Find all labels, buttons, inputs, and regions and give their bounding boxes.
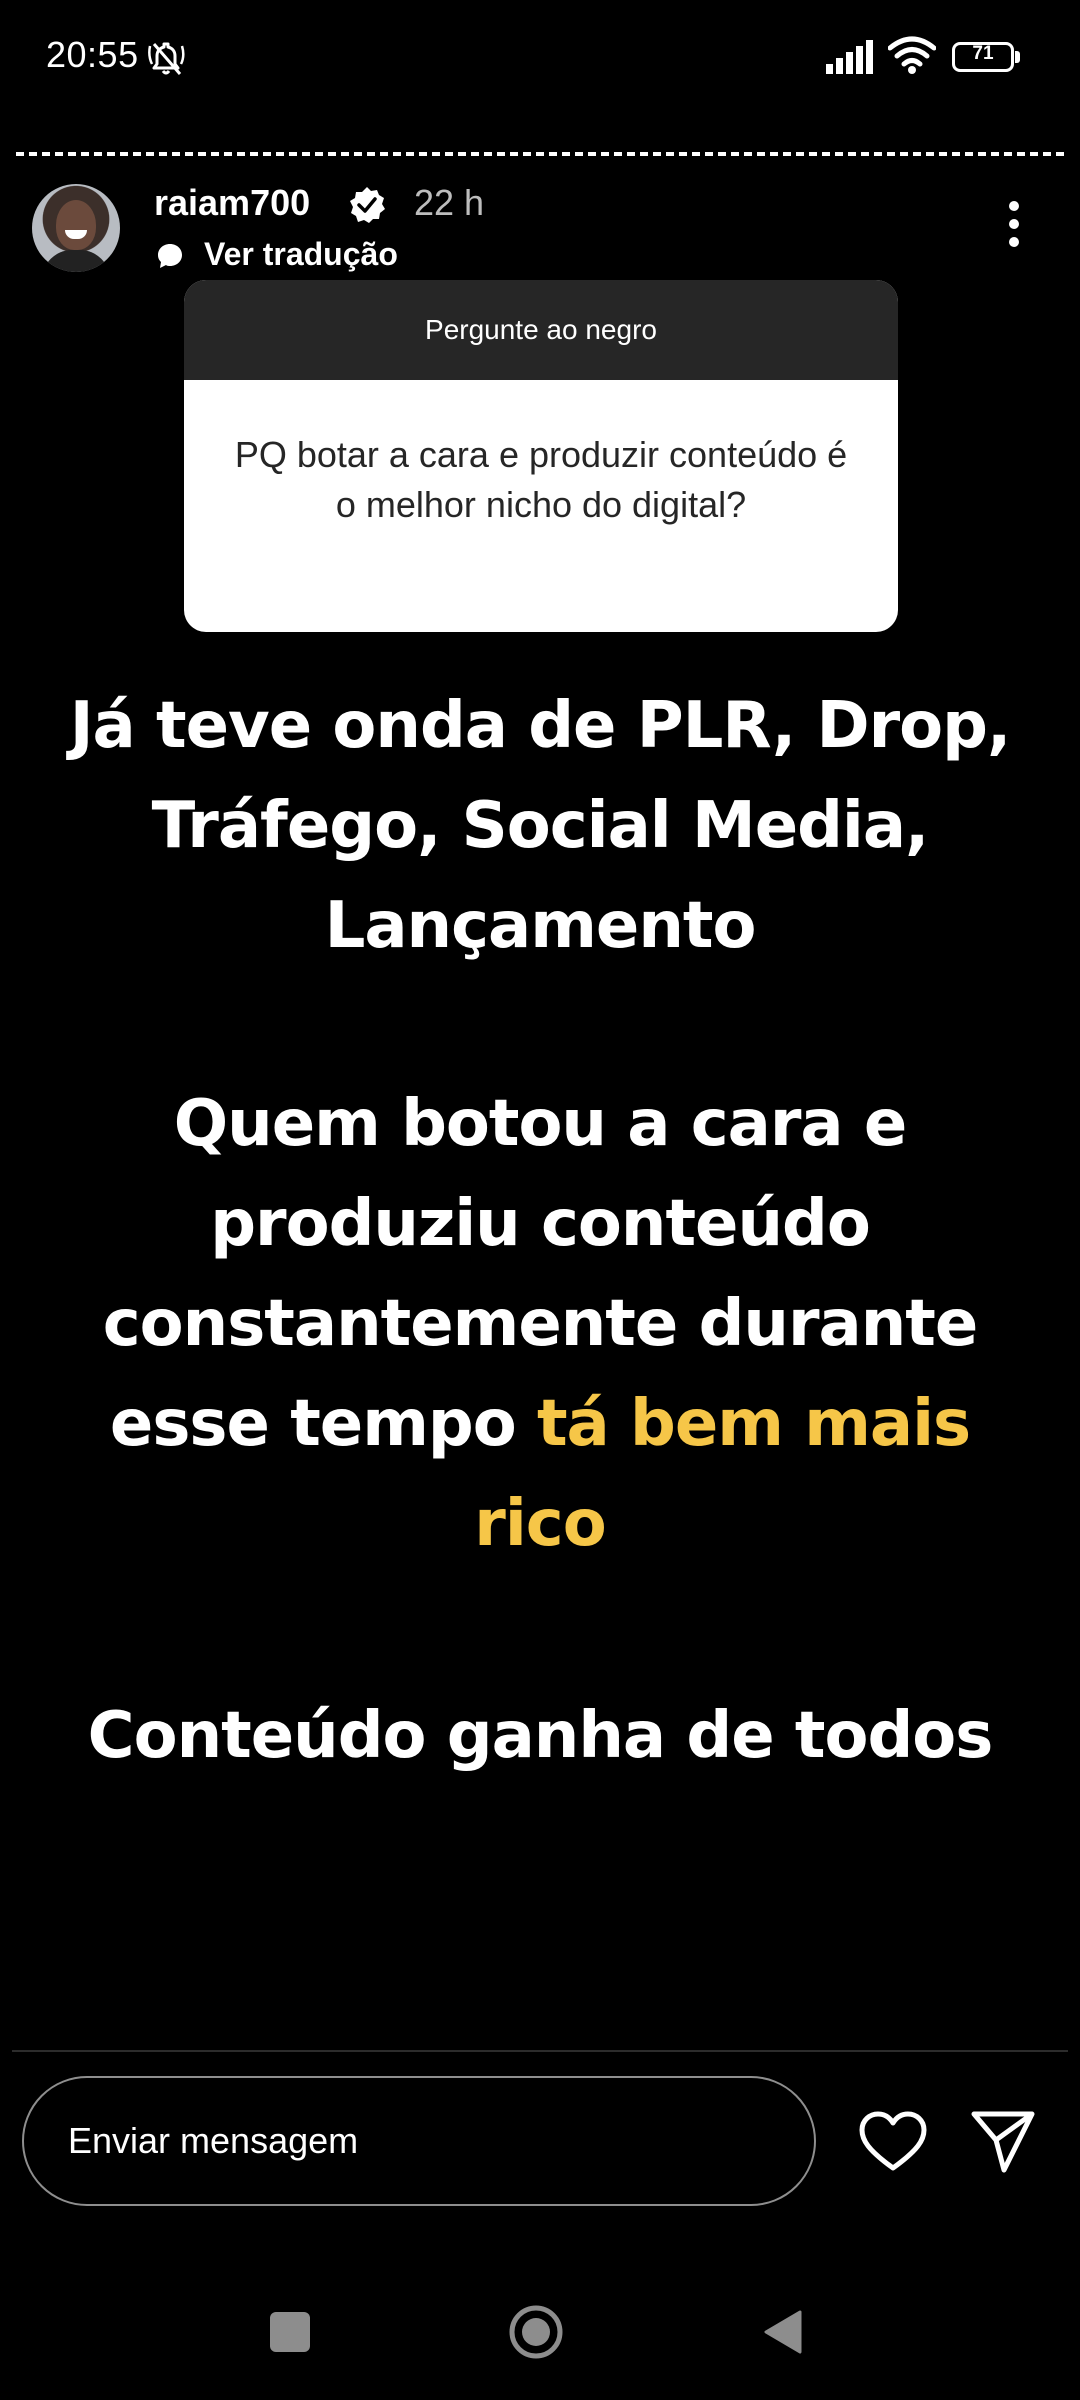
more-options-icon[interactable] xyxy=(1000,198,1028,250)
back-button[interactable] xyxy=(762,2308,804,2356)
story-screen: 20:55 71 raiam700 22 h Ver tradução Perg… xyxy=(0,0,1080,2400)
battery-icon: 71 xyxy=(952,42,1020,72)
story-text-block-2: Quem botou a cara e produziu conteúdo co… xyxy=(60,1074,1020,1574)
story-text-highlight: tá bem mais rico xyxy=(474,1387,971,1561)
wifi-icon xyxy=(888,36,936,74)
story-progress-bar xyxy=(16,152,1064,156)
avatar[interactable] xyxy=(32,184,120,272)
send-message-input[interactable]: Enviar mensagem xyxy=(22,2076,816,2206)
battery-level: 71 xyxy=(972,43,994,64)
question-sticker[interactable]: Pergunte ao negro PQ botar a cara e prod… xyxy=(184,280,898,632)
question-sticker-text: PQ botar a cara e produzir conteúdo é o … xyxy=(234,434,848,525)
verified-badge-icon xyxy=(350,187,385,223)
message-placeholder: Enviar mensagem xyxy=(68,2120,359,2161)
send-icon[interactable] xyxy=(968,2106,1038,2176)
mute-icon xyxy=(148,42,185,75)
status-bar: 20:55 71 xyxy=(0,0,1080,120)
signal-icon xyxy=(826,40,873,74)
story-text-block-3: Conteúdo ganha de todos xyxy=(87,1699,994,1773)
post-time: 22 h xyxy=(414,182,485,223)
home-button[interactable] xyxy=(508,2304,564,2360)
translate-icon[interactable] xyxy=(156,242,184,270)
username[interactable]: raiam700 xyxy=(154,182,310,224)
question-sticker-header: Pergunte ao negro xyxy=(184,280,898,380)
story-text-block-1: Já teve onda de PLR, Drop, Tráfego, Soci… xyxy=(69,689,1012,963)
see-translation-link[interactable]: Ver tradução xyxy=(204,236,398,273)
status-time: 20:55 xyxy=(46,34,139,75)
recent-apps-button[interactable] xyxy=(270,2312,310,2352)
footer-divider xyxy=(12,2050,1068,2052)
heart-icon[interactable] xyxy=(858,2110,928,2174)
